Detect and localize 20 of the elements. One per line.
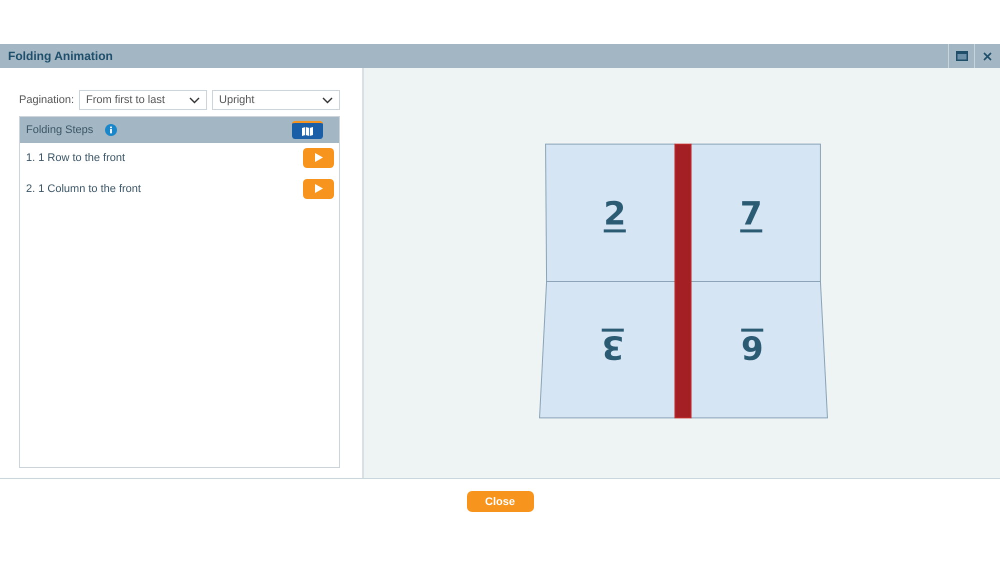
pagination-label: Pagination:	[19, 94, 74, 106]
step-label: 1. 1 Row to the front	[26, 152, 126, 164]
page-number: 2	[604, 194, 626, 232]
close-icon	[983, 52, 992, 60]
book-icon	[302, 126, 313, 136]
window-title: Folding Animation	[7, 49, 113, 63]
orientation-dropdown[interactable]: Upright	[212, 90, 340, 110]
map-button[interactable]	[292, 121, 323, 139]
page-number: 6	[741, 328, 764, 367]
step-label: 2. 1 Column to the front	[26, 182, 141, 194]
chevron-down-icon	[322, 96, 333, 104]
play-icon	[314, 153, 322, 162]
window-icon	[956, 51, 968, 61]
steps-title: Folding Steps	[26, 124, 94, 136]
play-icon	[314, 184, 322, 193]
page-number: 7	[740, 194, 762, 232]
page-number: 3	[602, 328, 624, 367]
chevron-down-icon	[189, 96, 200, 104]
order-dropdown[interactable]: From first to last	[79, 90, 208, 110]
info-icon[interactable]	[105, 124, 118, 136]
